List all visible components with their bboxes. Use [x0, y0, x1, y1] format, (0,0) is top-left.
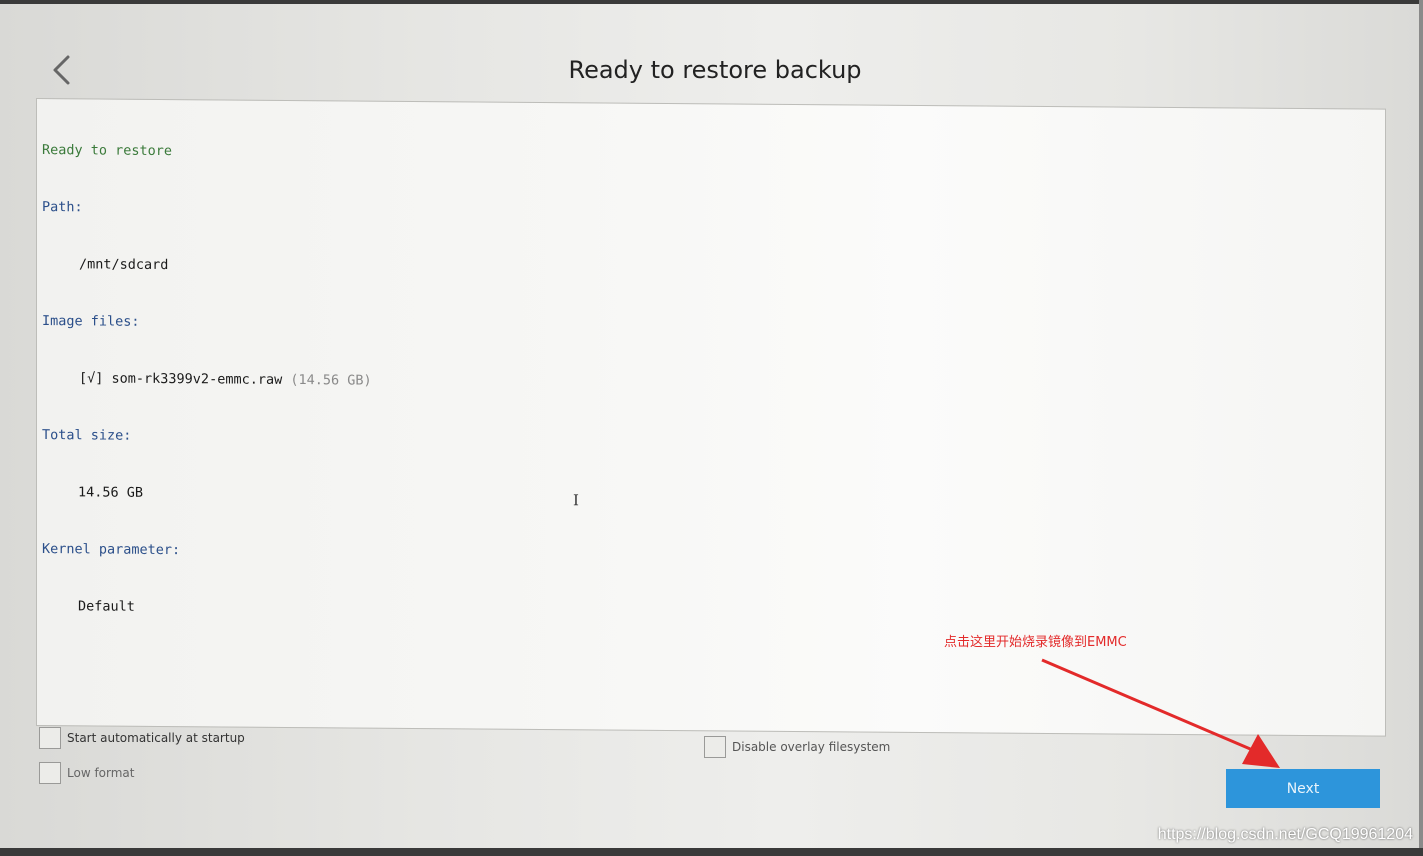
- start-auto-option[interactable]: Start automatically at startup: [39, 727, 245, 749]
- disable-overlay-option[interactable]: Disable overlay filesystem: [704, 736, 890, 758]
- back-button[interactable]: [42, 50, 80, 90]
- log-total-size-label: Total size:: [42, 427, 132, 444]
- log-image-files-label: Image files:: [42, 313, 140, 330]
- restore-log-panel[interactable]: Ready to restore Path: /mnt/sdcard Image…: [36, 98, 1386, 737]
- log-image-file-check: [√]: [79, 370, 104, 387]
- log-image-file-entry: [√] som-rk3399v2-emmc.raw (14.56 GB): [42, 369, 372, 391]
- red-arrow-icon: [1041, 658, 1280, 768]
- screen-top-bezel: [0, 0, 1423, 4]
- low-format-label: Low format: [67, 766, 135, 780]
- low-format-option[interactable]: Low format: [39, 762, 134, 784]
- start-auto-label: Start automatically at startup: [67, 731, 245, 745]
- text-cursor: I: [573, 491, 579, 510]
- disable-overlay-label: Disable overlay filesystem: [732, 740, 891, 754]
- log-path-value: /mnt/sdcard: [79, 256, 169, 274]
- log-total-size-value: 14.56 GB: [78, 484, 144, 501]
- log-image-file-size: (14.56 GB): [290, 371, 372, 389]
- low-format-checkbox[interactable]: [39, 762, 61, 784]
- log-path-label: Path:: [42, 199, 83, 216]
- chevron-left-icon: [53, 55, 70, 85]
- page-title: Ready to restore backup: [568, 56, 862, 84]
- log-kernel-param-value: Default: [78, 598, 135, 615]
- start-auto-checkbox[interactable]: [39, 727, 61, 749]
- screen-right-bezel: [1419, 0, 1423, 856]
- restore-log-text: Ready to restore Path: /mnt/sdcard Image…: [42, 103, 372, 657]
- log-ready-line: Ready to restore: [42, 142, 173, 160]
- log-kernel-param-label: Kernel parameter:: [42, 541, 181, 559]
- log-image-file-name: som-rk3399v2-emmc.raw: [111, 370, 283, 388]
- next-button[interactable]: Next: [1226, 769, 1380, 808]
- watermark-url: https://blog.csdn.net/GCQ19961204: [1157, 826, 1413, 843]
- red-annotation-text: 点击这里开始烧录镜像到EMMC: [944, 635, 1127, 650]
- disable-overlay-checkbox[interactable]: [704, 736, 726, 758]
- screen-bottom-bezel: [0, 848, 1423, 856]
